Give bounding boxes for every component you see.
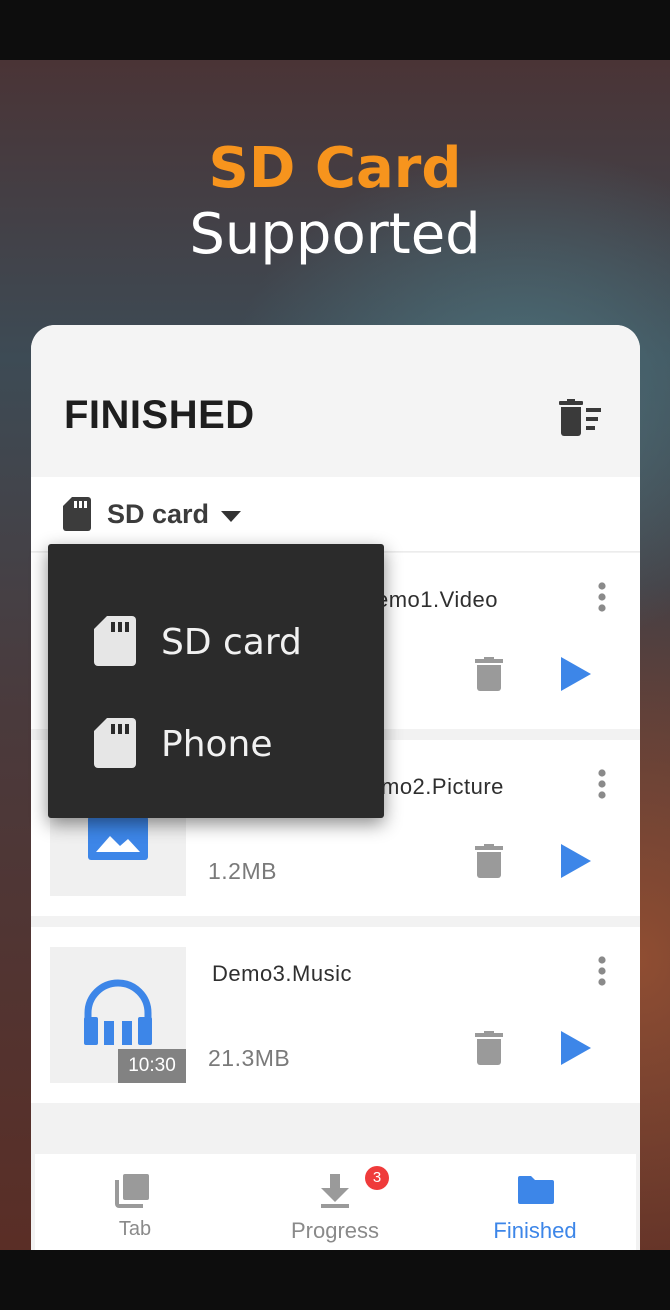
play-icon[interactable] xyxy=(561,1031,591,1065)
dropdown-option-label: Phone xyxy=(161,724,273,765)
chevron-down-icon xyxy=(221,511,241,522)
list-item[interactable]: 10:30 Demo3.Music 21.3MB xyxy=(31,927,640,1103)
file-name: Demo3.Music xyxy=(212,961,352,986)
file-size: 1.2MB xyxy=(208,858,277,884)
sd-card-icon xyxy=(94,616,136,666)
sd-card-icon xyxy=(63,497,91,531)
delete-all-icon[interactable] xyxy=(557,399,603,437)
nav-tab[interactable]: Tab xyxy=(35,1154,235,1250)
sd-card-icon xyxy=(94,718,136,768)
trash-icon[interactable] xyxy=(475,844,503,878)
promo-subtitle: Supported xyxy=(189,202,481,267)
nav-tab-label: Tab xyxy=(118,1218,152,1240)
headphones-icon xyxy=(84,979,152,1045)
folder-icon xyxy=(518,1176,554,1204)
trash-icon[interactable] xyxy=(475,657,503,691)
duration-badge: 10:30 xyxy=(118,1049,186,1083)
storage-selector[interactable]: SD card xyxy=(31,477,640,552)
file-name: mo2.Picture xyxy=(381,774,504,799)
nav-finished-label: Finished xyxy=(493,1218,577,1243)
tabs-icon xyxy=(115,1174,149,1208)
image-icon xyxy=(88,816,148,860)
play-icon[interactable] xyxy=(561,844,591,878)
nav-finished[interactable]: Finished xyxy=(435,1154,635,1250)
trash-icon[interactable] xyxy=(475,1031,503,1065)
dropdown-option-sd-card[interactable]: SD card xyxy=(48,596,384,686)
storage-dropdown-menu: SD card Phone xyxy=(48,544,384,818)
promo-title: SD Card xyxy=(208,136,462,201)
dropdown-option-label: SD card xyxy=(161,622,302,663)
more-vert-icon[interactable] xyxy=(597,581,607,613)
bottom-nav: Tab 3 Progress Finished xyxy=(35,1154,636,1250)
more-vert-icon[interactable] xyxy=(597,768,607,800)
page-title: FINISHED xyxy=(64,393,255,437)
play-icon[interactable] xyxy=(561,657,591,691)
music-thumbnail: 10:30 xyxy=(50,947,186,1083)
download-icon xyxy=(321,1174,349,1208)
header: FINISHED xyxy=(31,325,640,477)
file-name: emo1.Video xyxy=(376,587,499,612)
dropdown-option-phone[interactable]: Phone xyxy=(48,698,384,788)
file-size: 21.3MB xyxy=(208,1045,291,1071)
more-vert-icon[interactable] xyxy=(597,955,607,987)
storage-label: SD card xyxy=(107,499,210,529)
nav-progress[interactable]: 3 Progress xyxy=(235,1154,435,1250)
nav-progress-label: Progress xyxy=(290,1218,380,1243)
progress-badge: 3 xyxy=(365,1166,389,1190)
